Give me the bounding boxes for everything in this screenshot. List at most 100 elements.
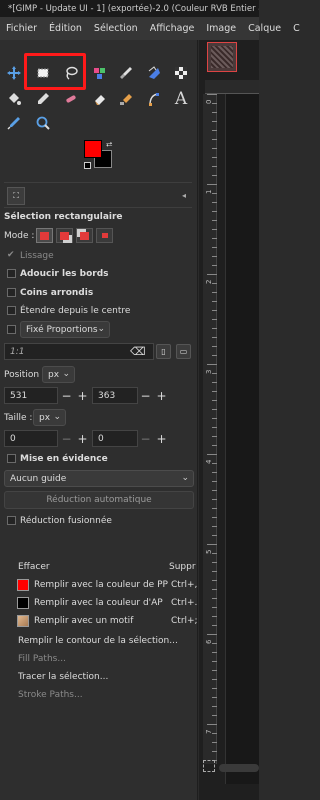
ruler-tick: [212, 130, 217, 131]
portrait-icon[interactable]: ▯: [156, 344, 171, 359]
fill-bg-menu-item[interactable]: Remplir avec la couleur d'AP: [34, 598, 163, 608]
antialiasing-check-icon[interactable]: ✔: [7, 250, 15, 260]
tab-menu-icon[interactable]: ◂: [182, 191, 186, 200]
smudge-icon[interactable]: [115, 88, 137, 110]
menu-selection[interactable]: Sélection: [94, 23, 138, 34]
foreground-color-swatch[interactable]: [84, 140, 102, 158]
ruler-tick: [212, 535, 217, 536]
size-unit-dropdown[interactable]: px ⌄: [33, 409, 66, 426]
tool-options-tab-icon[interactable]: ⛶: [7, 187, 25, 205]
fixed-mode-dropdown[interactable]: Fixé Proportions ⌄: [20, 321, 110, 338]
image-tab-thumbnail[interactable]: [207, 42, 237, 72]
ruler-tick: [212, 607, 217, 608]
transform-icon[interactable]: [143, 62, 165, 84]
size-width-decrement-button[interactable]: −: [58, 430, 75, 447]
size-width-input[interactable]: 0: [4, 430, 58, 447]
pencil-icon[interactable]: [32, 88, 54, 110]
horizontal-scrollbar[interactable]: [219, 764, 259, 772]
position-y-decrement-button[interactable]: −: [137, 387, 154, 404]
size-height-value: 0: [98, 433, 104, 444]
heal-icon[interactable]: [60, 88, 82, 110]
fill-fg-menu-item[interactable]: Remplir avec la couleur de PP: [34, 580, 168, 590]
canvas-area[interactable]: [225, 94, 259, 784]
divider: [4, 182, 192, 183]
paths-icon[interactable]: [143, 88, 165, 110]
fg-bg-color-selector[interactable]: ⮂: [84, 140, 118, 172]
landscape-icon[interactable]: ▭: [176, 344, 191, 359]
shrink-merged-checkbox[interactable]: [7, 516, 16, 525]
position-y-input[interactable]: 363: [92, 387, 138, 404]
size-height-input[interactable]: 0: [92, 430, 138, 447]
position-x-input[interactable]: 531: [4, 387, 58, 404]
bg-color-swatch: [17, 597, 29, 609]
menu-edition[interactable]: Édition: [49, 23, 82, 34]
image-window-edge: 0 1 2 3 4 5 6 7: [199, 40, 259, 800]
ruler-tick: [212, 355, 217, 356]
zoom-icon[interactable]: [32, 112, 54, 134]
ruler-tick: [207, 454, 217, 455]
fill-pattern-menu-item[interactable]: Remplir avec un motif: [34, 616, 133, 626]
ruler-tick: [207, 274, 217, 275]
eraser-icon[interactable]: [89, 88, 111, 110]
auto-shrink-button[interactable]: Réduction automatique: [4, 491, 194, 509]
menu-calque[interactable]: Calque: [248, 23, 281, 34]
mode-subtract-button[interactable]: [76, 228, 93, 243]
stroke-paths-menu-item[interactable]: Stroke Paths...: [18, 690, 83, 700]
size-width-increment-button[interactable]: +: [74, 430, 91, 447]
position-x-decrement-button[interactable]: −: [58, 387, 75, 404]
position-unit-value: px: [48, 369, 60, 380]
fg-color-swatch: [17, 579, 29, 591]
stroke-selection-menu-item[interactable]: Remplir le contour de la sélection...: [18, 636, 178, 646]
mode-add-button[interactable]: [56, 228, 73, 243]
position-unit-dropdown[interactable]: px ⌄: [42, 366, 75, 383]
feather-edges-checkbox[interactable]: [7, 269, 16, 278]
shrink-merged-label: Réduction fusionnée: [20, 516, 112, 526]
move-icon[interactable]: [3, 62, 25, 84]
color-picker-icon[interactable]: [3, 112, 25, 134]
text-icon[interactable]: A: [170, 88, 192, 110]
fill-paths-menu-item[interactable]: Fill Paths...: [18, 654, 66, 664]
clear-field-icon[interactable]: ⌫: [130, 345, 146, 358]
fixed-checkbox[interactable]: [7, 325, 16, 334]
mode-replace-button[interactable]: [36, 228, 53, 243]
highlight-label: Mise en évidence: [20, 454, 108, 464]
ruler-tick: [212, 193, 217, 194]
menu-image[interactable]: Image: [206, 23, 236, 34]
position-x-increment-button[interactable]: +: [74, 387, 91, 404]
feather-edges-label: Adoucir les bords: [20, 269, 109, 279]
expand-center-checkbox[interactable]: [7, 306, 16, 315]
ruler-tick: [212, 472, 217, 473]
paint-bucket-icon[interactable]: [3, 88, 25, 110]
menu-bar: Fichier Édition Sélection Affichage Imag…: [0, 17, 300, 40]
navigate-icon[interactable]: [203, 760, 215, 772]
chevron-down-icon: ⌄: [181, 473, 189, 483]
ruler-tick: [212, 742, 217, 743]
ruler-tick: [212, 238, 217, 239]
highlight-checkbox[interactable]: [7, 454, 16, 463]
menu-affichage[interactable]: Affichage: [150, 23, 195, 34]
checker-icon[interactable]: [170, 62, 192, 84]
pattern-swatch: [17, 615, 29, 627]
reset-colors-icon[interactable]: [84, 162, 91, 169]
menu-couleurs[interactable]: C: [293, 23, 300, 34]
guides-dropdown[interactable]: Aucun guide ⌄: [4, 470, 194, 487]
menu-fichier[interactable]: Fichier: [6, 23, 37, 34]
fuzzy-select-icon[interactable]: [89, 62, 111, 84]
size-height-increment-button[interactable]: +: [153, 430, 170, 447]
ruler-tick: [212, 526, 217, 527]
ruler-tick: [212, 616, 217, 617]
ruler-tick: [212, 310, 217, 311]
clear-menu-item[interactable]: Effacer: [18, 562, 50, 572]
rounded-corners-checkbox[interactable]: [7, 288, 16, 297]
ruler-tick: [212, 643, 217, 644]
ruler-tick: [212, 121, 217, 122]
ruler-tick: [212, 301, 217, 302]
mode-intersect-button[interactable]: [96, 228, 113, 243]
swap-colors-icon[interactable]: ⮂: [106, 140, 112, 150]
trace-selection-menu-item[interactable]: Tracer la sélection...: [18, 672, 108, 682]
size-height-decrement-button[interactable]: −: [137, 430, 154, 447]
antialiasing-label: Lissage: [20, 251, 54, 261]
paintbrush-icon[interactable]: [115, 62, 137, 84]
position-y-increment-button[interactable]: +: [153, 387, 170, 404]
ruler-tick: [212, 661, 217, 662]
